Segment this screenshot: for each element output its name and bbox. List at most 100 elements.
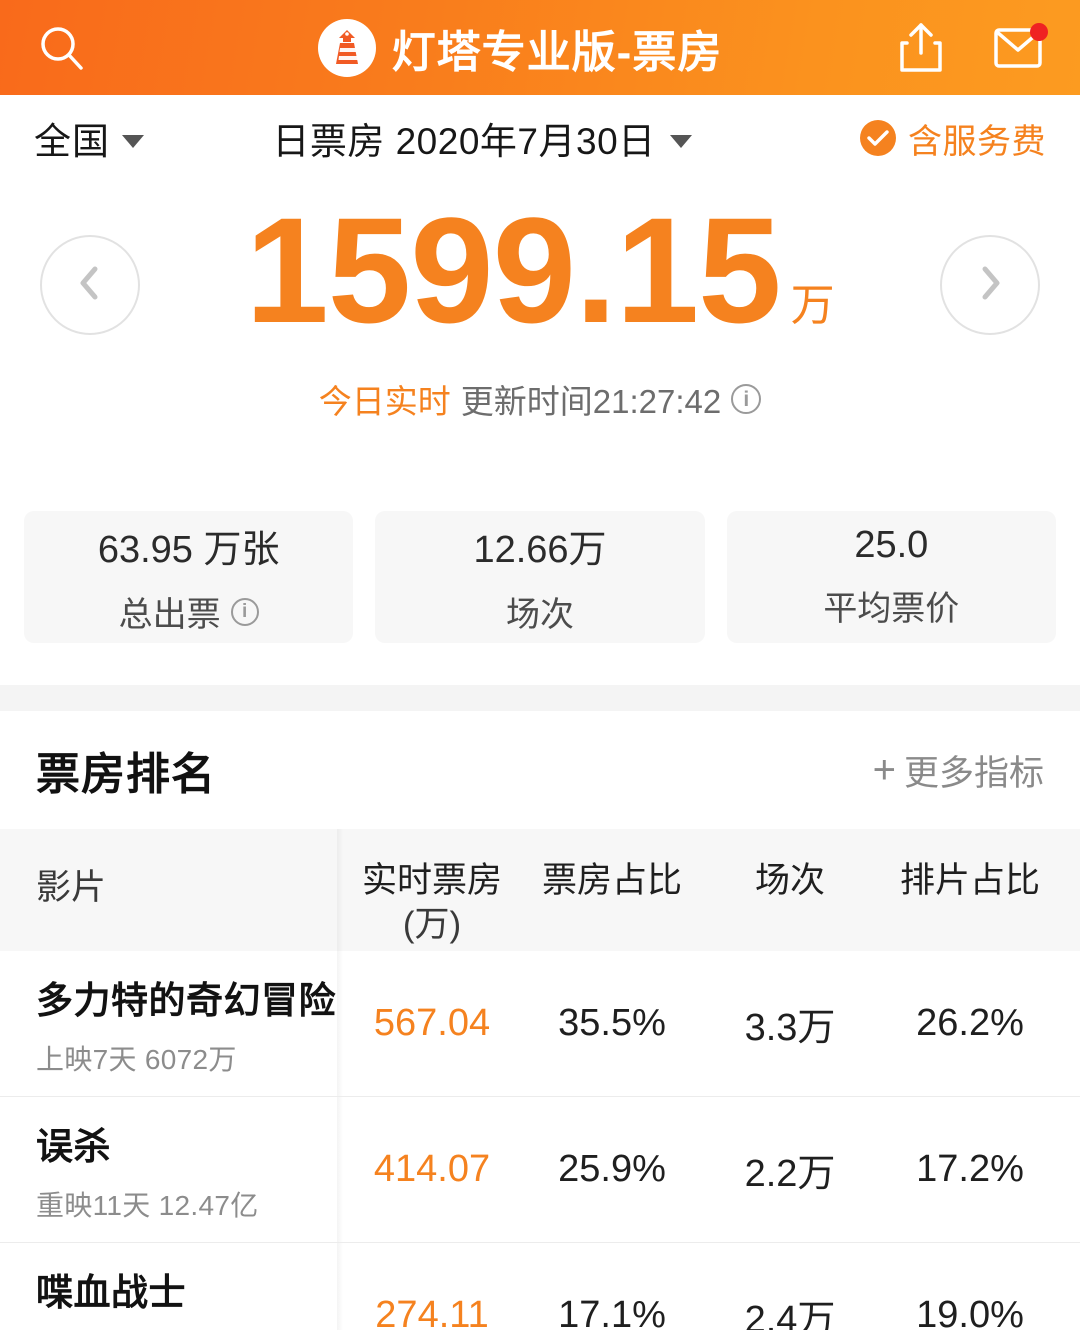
header-left-group — [36, 22, 186, 74]
stat-value: 12.66万 — [473, 529, 607, 571]
chevron-down-icon — [669, 134, 692, 148]
cell-sessions: 3.3万 — [715, 996, 865, 1051]
column-header-label: 实时票房 — [361, 861, 502, 900]
table-row[interactable]: 误杀 重映11天 12.47亿 414.07 25.9% 2.2万 17.2% — [0, 1097, 1080, 1243]
column-header-box-office-share[interactable]: 票房占比 — [527, 829, 697, 903]
cell-sessions: 2.4万 — [715, 1288, 865, 1330]
stat-label-group: 总出票 i — [119, 587, 259, 636]
cell-value: 35.5% — [558, 1002, 666, 1044]
film-name: 误杀 — [36, 1125, 111, 1167]
table-header-row: 影片 实时票房 (万) 票房占比 场次 排片占比 — [0, 829, 1080, 951]
table-row[interactable]: 多力特的奇幻冒险 上映7天 6072万 567.04 35.5% 3.3万 26… — [0, 951, 1080, 1097]
cell-showtime-share: 17.2% — [875, 1148, 1065, 1191]
app-title: 灯塔专业版-票房 — [391, 27, 723, 77]
cell-value: 414.07 — [373, 1148, 491, 1190]
cell-box-office: 414.07 — [337, 1148, 527, 1191]
hero-number-row: 1599.15 万 — [245, 195, 834, 345]
film-name: 多力特的奇幻冒险 — [36, 979, 336, 1021]
search-icon[interactable] — [36, 22, 88, 74]
stat-label-group: 平均票价 — [823, 581, 959, 630]
film-name: 喋血战士 — [36, 1271, 186, 1313]
table-header-film: 影片 — [0, 829, 343, 951]
column-header-showtime-share[interactable]: 排片占比 — [875, 829, 1065, 903]
cell-value: 2.2万 — [744, 1153, 836, 1195]
stat-label-group: 场次 — [506, 587, 574, 636]
column-header-label: 排片占比 — [899, 861, 1040, 900]
hero-value-group: 1599.15 万 今日实时 更新时间21:27:42 i — [245, 181, 834, 423]
column-header-unit: (万) — [402, 904, 462, 944]
cell-value: 2.4万 — [744, 1299, 836, 1330]
stat-label: 平均票价 — [823, 590, 960, 628]
service-fee-toggle[interactable]: 含服务费 — [860, 114, 1046, 163]
column-header-label: 影片 — [36, 868, 107, 907]
cell-showtime-share: 26.2% — [875, 1002, 1065, 1045]
table-row-cells: 567.04 35.5% 3.3万 26.2% — [337, 951, 1080, 1096]
hero-update-row: 今日实时 更新时间21:27:42 i — [318, 375, 762, 423]
header-right-group — [854, 21, 1048, 75]
stat-card-sessions[interactable]: 12.66万 场次 — [375, 511, 705, 643]
film-meta: 重映11天 12.47亿 — [36, 1189, 259, 1221]
cell-showtime-share: 19.0% — [875, 1294, 1065, 1330]
film-cell[interactable]: 多力特的奇幻冒险 上映7天 6072万 — [0, 951, 343, 1096]
share-icon[interactable] — [896, 21, 946, 75]
film-meta: 上映7天 6072万 — [36, 1043, 237, 1075]
plus-icon: + — [872, 748, 896, 792]
section-divider — [0, 685, 1080, 711]
mail-icon[interactable] — [992, 22, 1048, 71]
filter-bar: 全国 日票房 2020年7月30日 含服务费 — [0, 95, 1080, 181]
cell-box-office: 567.04 — [337, 1002, 527, 1045]
next-day-button[interactable] — [940, 235, 1040, 335]
app-header: 灯塔专业版-票房 — [0, 0, 1080, 95]
header-brand: 灯塔专业版-票房 — [186, 16, 854, 80]
info-circle-icon[interactable]: i — [731, 384, 762, 414]
column-header-label: 票房占比 — [541, 861, 682, 900]
realtime-label: 今日实时 — [318, 383, 451, 420]
cell-value: 19.0% — [916, 1294, 1024, 1330]
cell-value: 25.9% — [558, 1148, 666, 1190]
column-header-box-office[interactable]: 实时票房 (万) — [337, 829, 527, 947]
stat-label: 场次 — [505, 596, 574, 634]
cell-value: 567.04 — [373, 1002, 491, 1044]
stat-cards: 63.95 万张 总出票 i 12.66万 场次 25.0 平均票价 — [0, 511, 1080, 643]
table-row[interactable]: 喋血战士 上映7天 3239.7万 274.11 17.1% 2.4万 19.0… — [0, 1243, 1080, 1330]
more-metrics-label: 更多指标 — [903, 753, 1044, 793]
total-box-office-value: 1599.15 — [245, 186, 781, 354]
cell-value: 17.2% — [916, 1148, 1024, 1190]
cell-box-office-share: 35.5% — [527, 1002, 697, 1045]
stat-value: 63.95 万张 — [97, 529, 280, 571]
stat-card-tickets[interactable]: 63.95 万张 总出票 i — [24, 511, 354, 643]
cell-box-office-share: 25.9% — [527, 1148, 697, 1191]
cell-sessions: 2.2万 — [715, 1142, 865, 1197]
more-metrics-button[interactable]: + 更多指标 — [873, 745, 1044, 796]
update-time-label: 更新时间21:27:42 — [460, 383, 722, 420]
stat-label: 总出票 — [118, 596, 221, 634]
stat-value: 25.0 — [854, 524, 929, 566]
lighthouse-logo-icon — [317, 18, 376, 77]
info-circle-icon[interactable]: i — [230, 597, 259, 626]
ranking-header: 票房排名 + 更多指标 — [0, 711, 1080, 829]
cell-value: 17.1% — [558, 1294, 666, 1330]
service-fee-label: 含服务费 — [908, 122, 1046, 161]
hero-section: 1599.15 万 今日实时 更新时间21:27:42 i — [0, 181, 1080, 511]
stat-card-avg-price[interactable]: 25.0 平均票价 — [726, 511, 1056, 643]
date-label: 日票房 2020年7月30日 — [272, 121, 656, 162]
cell-box-office-share: 17.1% — [527, 1294, 697, 1330]
previous-day-button[interactable] — [40, 235, 140, 335]
ranking-title: 票房排名 — [36, 750, 216, 799]
chevron-right-icon — [975, 263, 1005, 308]
cell-value: 26.2% — [916, 1002, 1024, 1044]
column-header-label: 场次 — [754, 861, 825, 900]
cell-box-office: 274.11 — [337, 1294, 527, 1330]
check-circle-icon — [860, 120, 896, 156]
film-cell[interactable]: 误杀 重映11天 12.47亿 — [0, 1097, 343, 1242]
total-box-office-unit: 万 — [790, 281, 835, 330]
chevron-left-icon — [75, 263, 105, 308]
mail-unread-badge — [1030, 22, 1048, 41]
column-header-sessions[interactable]: 场次 — [715, 829, 865, 903]
table-row-cells: 414.07 25.9% 2.2万 17.2% — [337, 1097, 1080, 1242]
box-office-table: 影片 实时票房 (万) 票房占比 场次 排片占比 多力特的奇幻冒险 上映7天 6… — [0, 829, 1080, 1330]
date-selector[interactable]: 日票房 2020年7月30日 — [104, 111, 860, 165]
film-cell[interactable]: 喋血战士 上映7天 3239.7万 — [0, 1243, 343, 1330]
cell-value: 3.3万 — [744, 1007, 836, 1049]
cell-value: 274.11 — [375, 1294, 489, 1330]
